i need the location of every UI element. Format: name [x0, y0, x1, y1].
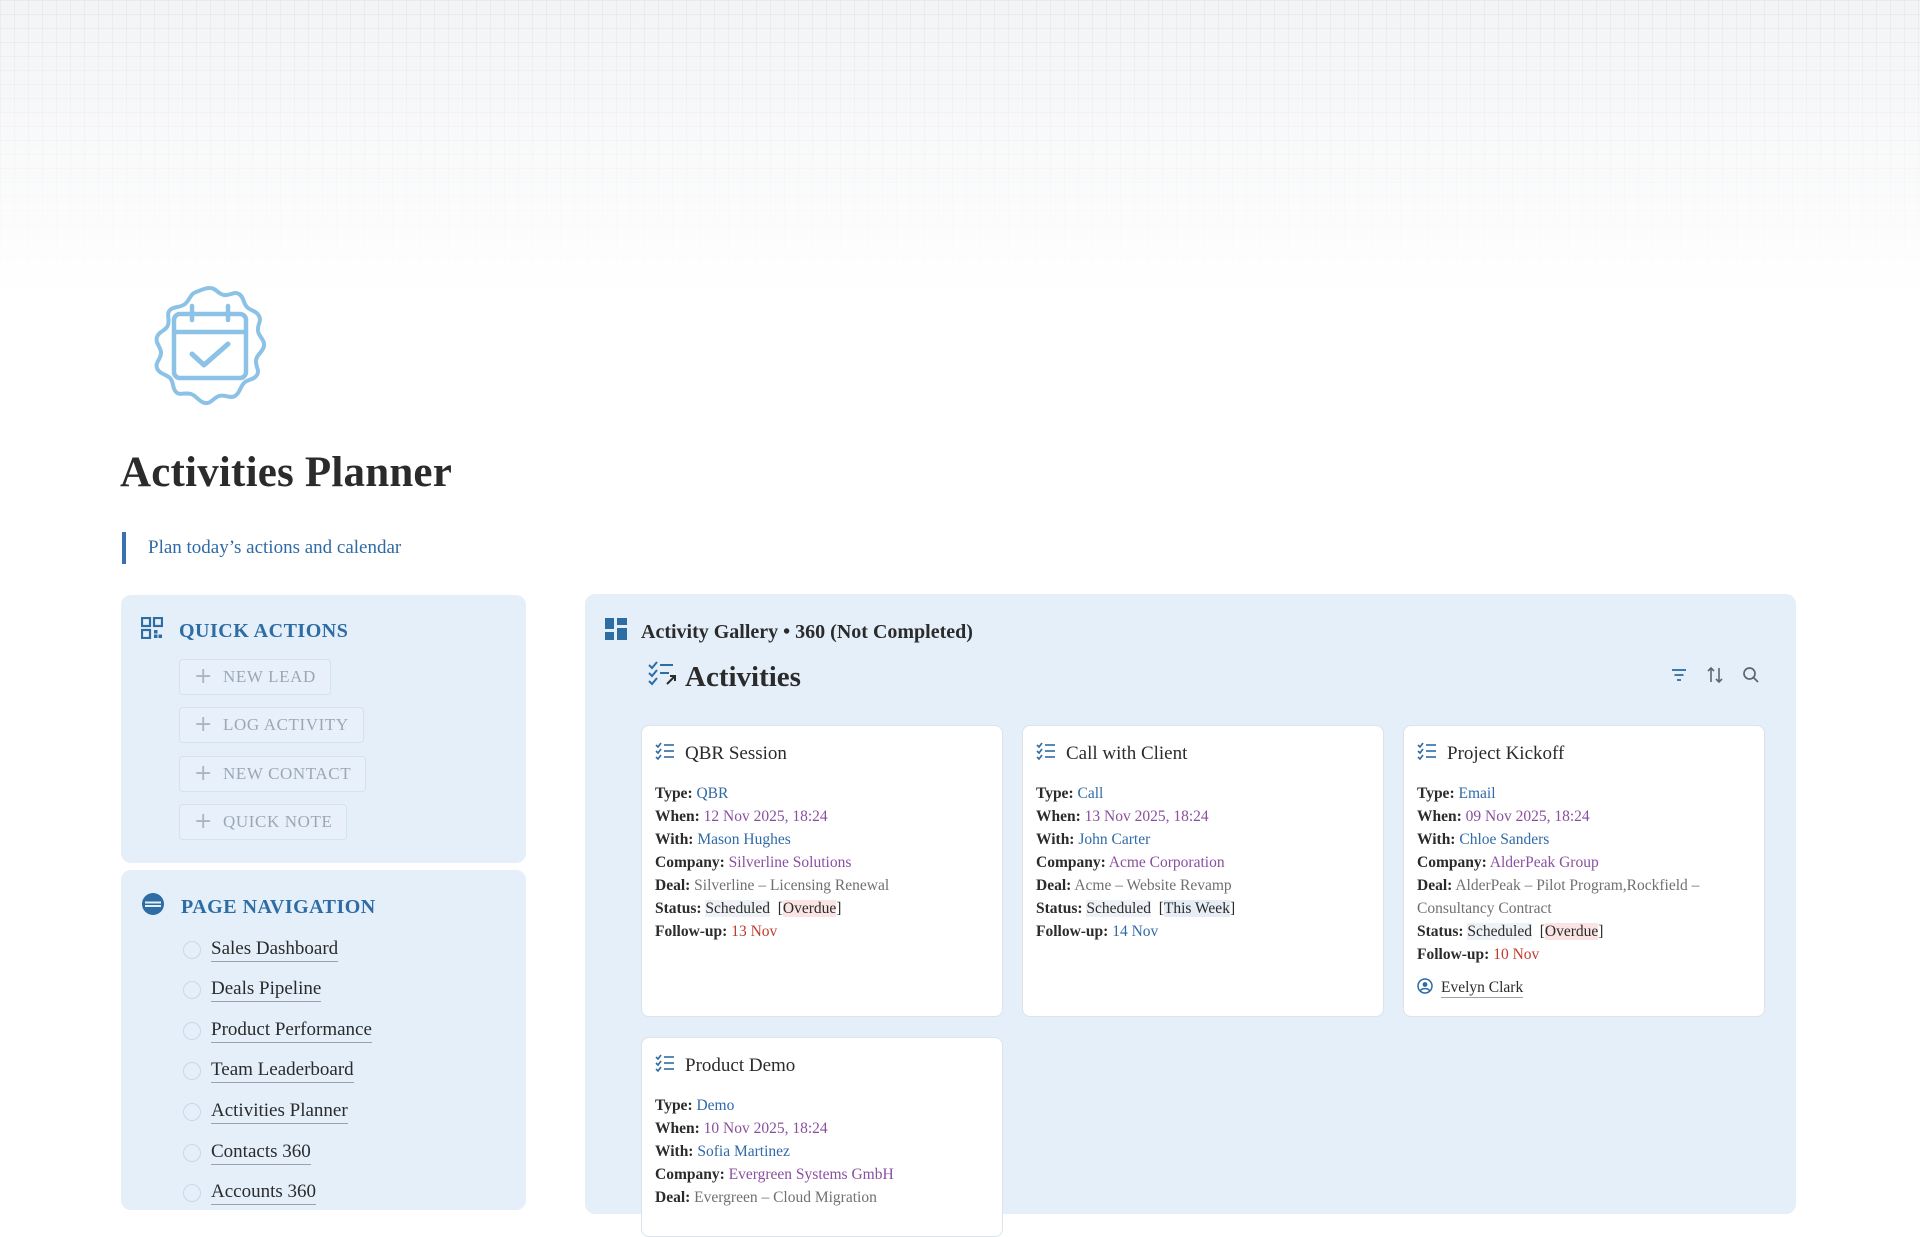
followup-field: Follow-up: 13 Nov	[655, 923, 778, 940]
card-title: QBR Session	[655, 742, 989, 766]
checklist-icon	[1036, 742, 1056, 766]
page-link-icon	[183, 981, 201, 999]
followup-field: Follow-up: 10 Nov	[1417, 946, 1540, 963]
company-field: Company: Evergreen Systems GmbH	[655, 1166, 894, 1183]
user-circle-icon	[1417, 978, 1433, 999]
compass-icon	[141, 892, 165, 922]
with-field: With: Chloe Sanders	[1417, 831, 1550, 848]
followup-field: Follow-up: 14 Nov	[1036, 923, 1159, 940]
page-navigation-panel: PAGE NAVIGATION Sales Dashboard Deals Pi…	[121, 870, 526, 1210]
nav-item-accounts-360[interactable]: Accounts 360	[183, 1181, 317, 1205]
with-field: With: John Carter	[1036, 831, 1151, 848]
deal-field: Deal: Evergreen – Cloud Migration	[655, 1189, 877, 1206]
filter-icon[interactable]	[1670, 666, 1688, 684]
card-title: Project Kickoff	[1417, 742, 1751, 766]
page-link-icon	[183, 1103, 201, 1121]
quick-actions-panel: QUICK ACTIONS + NEW LEAD + LOG ACTIVITY …	[121, 595, 526, 863]
activity-card[interactable]: Project Kickoff Type: Email When: 09 Nov…	[1403, 725, 1765, 1017]
type-field: Type: Email	[1417, 785, 1496, 802]
page-navigation-title: PAGE NAVIGATION	[181, 895, 376, 918]
quick-actions-title: QUICK ACTIONS	[179, 619, 349, 642]
page-link-icon	[183, 941, 201, 959]
nav-item-sales-dashboard[interactable]: Sales Dashboard	[183, 938, 339, 962]
page-title: Activities Planner	[120, 449, 452, 496]
company-field: Company: Silverline Solutions	[655, 854, 852, 871]
plus-icon: +	[194, 761, 214, 786]
type-field: Type: QBR	[655, 785, 729, 802]
with-field: With: Sofia Martinez	[655, 1143, 790, 1160]
when-field: When: 12 Nov 2025, 18:24	[655, 808, 828, 825]
page-link-icon	[183, 1184, 201, 1202]
nav-item-deals-pipeline[interactable]: Deals Pipeline	[183, 978, 322, 1002]
nav-item-team-leaderboard[interactable]: Team Leaderboard	[183, 1059, 354, 1083]
deal-field: Deal: AlderPeak – Pilot Program,Rockfiel…	[1417, 877, 1700, 917]
gallery-header-text: Activity Gallery • 360 (Not Completed)	[641, 620, 973, 643]
grid-icon	[140, 616, 164, 645]
nav-item-product-performance[interactable]: Product Performance	[183, 1019, 372, 1043]
page-cover	[0, 0, 1920, 300]
deal-field: Deal: Silverline – Licensing Renewal	[655, 877, 890, 894]
activity-card[interactable]: QBR Session Type: QBR When: 12 Nov 2025,…	[641, 725, 1003, 1017]
new-contact-button[interactable]: + NEW CONTACT	[179, 756, 367, 792]
view-toolbar	[1670, 666, 1760, 684]
checklist-icon	[655, 1054, 675, 1078]
when-field: When: 09 Nov 2025, 18:24	[1417, 808, 1590, 825]
card-title: Product Demo	[655, 1054, 989, 1078]
page-link-icon	[183, 1062, 201, 1080]
quick-note-button[interactable]: + QUICK NOTE	[179, 804, 348, 840]
status-tag: Overdue	[1544, 923, 1599, 940]
page-link-icon	[183, 1144, 201, 1162]
plus-icon: +	[194, 809, 214, 834]
page-navigation-header: PAGE NAVIGATION	[141, 892, 376, 922]
gallery-header: Activity Gallery • 360 (Not Completed)	[605, 618, 973, 646]
database-title[interactable]: Activities	[647, 660, 801, 694]
search-icon[interactable]	[1742, 666, 1760, 684]
sort-icon[interactable]	[1706, 666, 1724, 684]
with-field: With: Mason Hughes	[655, 831, 791, 848]
activity-card[interactable]: Call with Client Type: Call When: 13 Nov…	[1022, 725, 1384, 1017]
plus-icon: +	[194, 664, 214, 689]
when-field: When: 13 Nov 2025, 18:24	[1036, 808, 1209, 825]
plus-icon: +	[194, 712, 214, 737]
new-lead-button[interactable]: + NEW LEAD	[179, 659, 331, 695]
nav-item-contacts-360[interactable]: Contacts 360	[183, 1141, 311, 1165]
dashboard-icon	[605, 618, 627, 646]
type-field: Type: Demo	[655, 1097, 735, 1114]
when-field: When: 10 Nov 2025, 18:24	[655, 1120, 828, 1137]
checklist-icon	[655, 742, 675, 766]
deal-field: Deal: Acme – Website Revamp	[1036, 877, 1232, 894]
type-field: Type: Call	[1036, 785, 1104, 802]
nav-item-activities-planner[interactable]: Activities Planner	[183, 1100, 348, 1124]
page-subtitle-callout: Plan today’s actions and calendar	[122, 532, 401, 564]
page-link-icon	[183, 1022, 201, 1040]
activity-gallery-panel: Activity Gallery • 360 (Not Completed) A…	[585, 594, 1796, 1237]
status-field: Status: Scheduled [This Week]	[1036, 900, 1236, 917]
owner-field: Evelyn Clark	[1417, 978, 1751, 999]
activity-card[interactable]: Product Demo Type: Demo When: 10 Nov 202…	[641, 1037, 1003, 1237]
quick-actions-header: QUICK ACTIONS	[140, 616, 349, 645]
company-field: Company: Acme Corporation	[1036, 854, 1225, 871]
log-activity-button[interactable]: + LOG ACTIVITY	[179, 707, 364, 743]
status-field: Status: Scheduled [Overdue]	[655, 900, 842, 917]
calendar-check-icon[interactable]	[146, 284, 274, 410]
status-field: Status: Scheduled [Overdue]	[1417, 923, 1604, 940]
checklist-icon	[1417, 742, 1437, 766]
card-title: Call with Client	[1036, 742, 1370, 766]
linked-checklist-icon	[647, 660, 677, 694]
status-tag: This Week	[1163, 900, 1230, 917]
company-field: Company: AlderPeak Group	[1417, 854, 1599, 871]
status-tag: Overdue	[782, 900, 837, 917]
